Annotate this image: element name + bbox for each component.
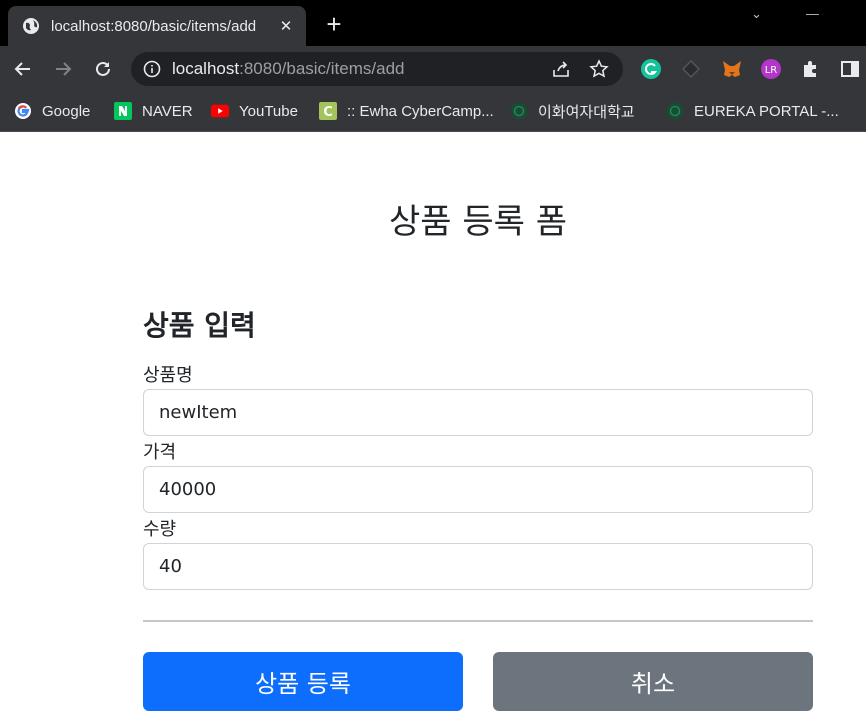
ewha-icon [510,102,528,120]
form-divider [143,620,813,622]
eureka-icon [666,102,684,120]
new-tab-button[interactable]: + [320,10,348,38]
svg-text:LR: LR [765,65,778,76]
google-icon [14,102,32,120]
quantity-input[interactable] [143,543,813,590]
bookmark-label: 이화여자대학교 [538,103,635,121]
extensions-puzzle-icon[interactable] [800,58,822,80]
address-url[interactable]: localhost:8080/basic/items/add [172,59,535,79]
tab-title: localhost:8080/basic/items/add [51,17,257,35]
naver-icon [114,102,132,120]
bookmark-label: NAVER [142,102,193,120]
bookmarks-bar: Google NAVER YouTube C :: Ewha CyberCamp… [0,92,866,132]
forward-arrow-icon[interactable] [51,57,75,81]
bookmark-ewha-university[interactable]: 이화여자대학교 [510,100,635,122]
item-name-label: 상품명 [143,365,193,386]
section-title: 상품 입력 [143,309,256,342]
quantity-label: 수량 [143,519,177,540]
item-name-input[interactable] [143,389,813,436]
cybercamp-icon: C [319,102,337,120]
address-bar[interactable]: localhost:8080/basic/items/add [131,52,623,86]
price-label: 가격 [143,442,177,463]
bookmark-label: YouTube [239,102,298,120]
bookmark-youtube[interactable]: YouTube [211,100,298,122]
tab-strip: localhost:8080/basic/items/add ✕ + ⌄ — [0,0,866,46]
price-input[interactable] [143,466,813,513]
bookmark-label: EUREKA PORTAL -... [694,102,839,120]
tab-search-chevron-icon[interactable]: ⌄ [751,6,762,22]
tab-close-icon[interactable]: ✕ [276,17,296,35]
browser-toolbar: localhost:8080/basic/items/add LR [0,46,866,92]
bookmark-label: Google [42,102,91,120]
url-host: localhost [172,59,240,78]
page-title: 상품 등록 폼 [388,202,567,242]
lr-extension-icon[interactable]: LR [760,58,782,80]
submit-item-button[interactable]: 상품 등록 [143,652,463,711]
bookmark-label: :: Ewha CyberCamp... [347,102,494,120]
browser-tab[interactable]: localhost:8080/basic/items/add ✕ [8,6,306,46]
share-icon[interactable] [549,57,573,81]
cancel-button[interactable]: 취소 [493,652,813,711]
extension-diamond-icon[interactable] [680,58,702,80]
youtube-icon [211,102,229,120]
svg-text:C: C [323,105,333,120]
back-arrow-icon[interactable] [11,57,35,81]
page-content: 상품 등록 폼 상품 입력 상품명 가격 수량 상품 등록 취소 [0,132,866,720]
bookmark-naver[interactable]: NAVER [114,100,193,122]
bookmark-star-icon[interactable] [587,57,611,81]
bookmark-google[interactable]: Google [14,100,90,122]
bookmark-eureka-portal[interactable]: EUREKA PORTAL -... [666,100,839,122]
grammarly-icon[interactable] [640,58,662,80]
bookmark-ewha-cybercamp[interactable]: C :: Ewha CyberCamp... [319,100,494,122]
minimize-icon[interactable]: — [806,6,819,21]
url-path: :8080/basic/items/add [239,59,405,78]
side-panel-icon[interactable] [839,58,861,80]
site-info-icon[interactable] [143,60,161,78]
globe-icon [22,17,40,35]
metamask-fox-icon[interactable] [721,58,743,80]
reload-icon[interactable] [91,57,115,81]
